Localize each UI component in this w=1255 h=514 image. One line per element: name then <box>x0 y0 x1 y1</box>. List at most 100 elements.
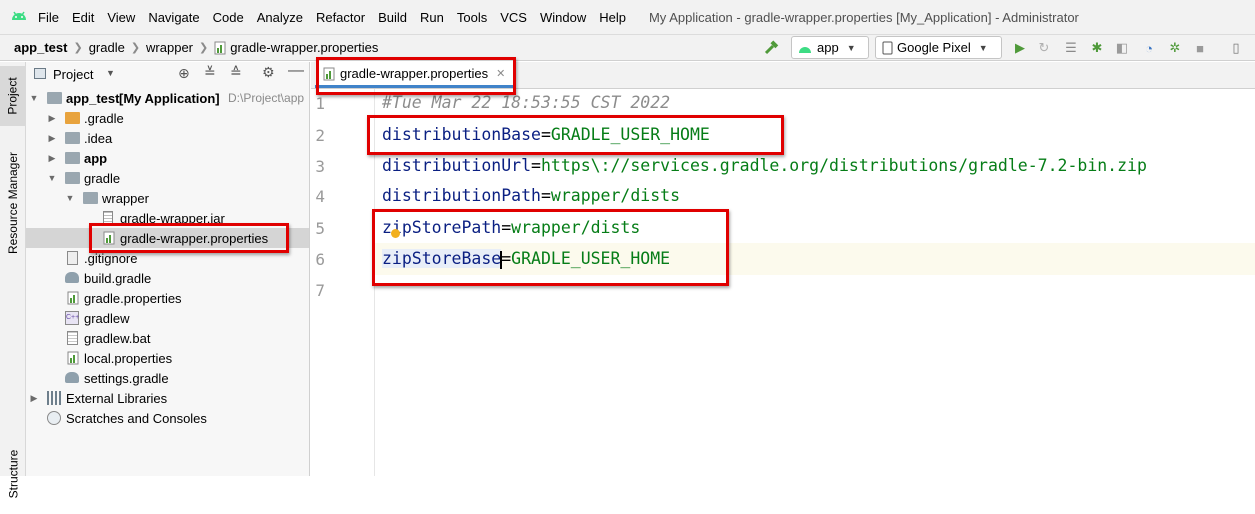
tree-item-idea[interactable]: ▶ .idea <box>26 128 309 148</box>
menu-code[interactable]: Code <box>213 10 244 25</box>
debug-icon[interactable]: ✱ <box>1088 39 1106 57</box>
tree-item-gradlew-bat[interactable]: gradlew.bat <box>26 328 309 348</box>
minimize-icon[interactable]: — <box>288 62 304 80</box>
chevron-right-icon[interactable]: ▶ <box>29 393 39 404</box>
module-folder-icon <box>65 152 80 164</box>
attach-debugger-icon[interactable]: ◧ <box>1113 39 1131 57</box>
chevron-right-icon[interactable]: ▶ <box>47 113 57 124</box>
collapse-all-icon[interactable]: ≙ <box>230 64 242 81</box>
tree-item-gradlew[interactable]: C++ gradlew <box>26 308 309 328</box>
chevron-down-icon[interactable]: ▼ <box>47 173 57 183</box>
breadcrumb-gradle[interactable]: gradle <box>89 40 125 55</box>
breadcrumb: app_test ❯ gradle ❯ wrapper ❯ gradle-wra… <box>14 40 378 55</box>
properties-file-icon <box>214 41 226 54</box>
dropdown-arrow-icon[interactable]: ▼ <box>106 68 115 78</box>
device-manager-icon[interactable]: ▯ <box>1227 39 1245 57</box>
menu-refactor[interactable]: Refactor <box>316 10 365 25</box>
expand-all-icon[interactable]: ≚ <box>204 64 216 81</box>
run-icon[interactable]: ▶ <box>1011 39 1029 57</box>
tree-item-external-libraries[interactable]: ▶ External Libraries <box>26 388 309 408</box>
property-equals: = <box>540 186 551 205</box>
breadcrumb-app-test[interactable]: app_test <box>14 40 67 55</box>
menu-tools[interactable]: Tools <box>457 10 487 25</box>
chevron-right-icon[interactable]: ▶ <box>47 153 57 164</box>
attach-profiler-icon[interactable]: ✲ <box>1166 39 1184 57</box>
menu-navigate[interactable]: Navigate <box>148 10 199 25</box>
menu-run[interactable]: Run <box>420 10 444 25</box>
tree-item-label: settings.gradle <box>84 370 169 386</box>
property-key: distributionUrl <box>382 156 532 175</box>
structure-tool-tab[interactable]: Structure <box>0 434 26 514</box>
chevron-right-icon[interactable]: ▶ <box>47 133 57 144</box>
run-configuration-select[interactable]: app ▼ <box>791 36 869 59</box>
menu-build[interactable]: Build <box>378 10 407 25</box>
menu-edit[interactable]: Edit <box>72 10 94 25</box>
tree-item-wrapper[interactable]: ▼ wrapper <box>26 188 309 208</box>
script-file-icon: C++ <box>65 311 79 325</box>
line-number: 4 <box>315 187 325 206</box>
profile-icon[interactable]: ◔ <box>1140 39 1158 57</box>
highlight-box-editor-tab <box>316 57 516 95</box>
device-select[interactable]: Google Pixel ▼ <box>875 36 1002 59</box>
tree-item-gradle-dir[interactable]: ▶ .gradle <box>26 108 309 128</box>
menu-vcs[interactable]: VCS <box>500 10 527 25</box>
highlight-box-distribution-base <box>367 115 784 155</box>
resource-manager-tool-tab[interactable]: Resource Manager <box>0 140 26 266</box>
chevron-down-icon[interactable]: ▼ <box>29 93 39 103</box>
code-line-1: #Tue Mar 22 18:53:55 CST 2022 <box>382 93 670 112</box>
left-tool-window-stripe: Project Resource Manager Structure <box>0 62 26 498</box>
property-value: wrapper/dists <box>550 186 681 205</box>
tree-item-label: .idea <box>84 130 113 146</box>
tree-item-local-properties[interactable]: local.properties <box>26 348 309 368</box>
line-number: 3 <box>315 157 325 176</box>
line-number: 2 <box>315 126 325 145</box>
module-folder-icon <box>47 92 62 104</box>
tree-item-app[interactable]: ▶ app <box>26 148 309 168</box>
tree-item-gradle[interactable]: ▼ gradle <box>26 168 309 188</box>
menu-file[interactable]: File <box>38 10 59 25</box>
tree-item-label: app <box>84 150 108 166</box>
run-configuration-value: app <box>817 40 839 55</box>
folder-icon <box>65 132 80 144</box>
gear-icon[interactable]: ⚙ <box>262 64 275 81</box>
tree-item-build-gradle[interactable]: build.gradle <box>26 268 309 288</box>
menu-window[interactable]: Window <box>540 10 586 25</box>
folder-icon <box>65 172 80 184</box>
tree-item-label: External Libraries <box>66 390 168 406</box>
menu-help[interactable]: Help <box>599 10 626 25</box>
android-icon <box>799 46 811 53</box>
line-number: 7 <box>315 281 325 300</box>
menu-bar: File Edit View Navigate Code Analyze Ref… <box>0 0 1255 34</box>
hammer-build-icon[interactable] <box>762 39 780 57</box>
tree-item-label: gradlew.bat <box>84 330 151 346</box>
property-value: https\://services.gradle.org/distributio… <box>540 156 1147 175</box>
apply-changes-icon[interactable]: ↻ <box>1035 39 1053 57</box>
breadcrumb-gradle-wrapper-properties[interactable]: gradle-wrapper.properties <box>230 40 378 55</box>
chevron-right-icon: ❯ <box>73 42 83 54</box>
dropdown-arrow-icon: ▼ <box>978 42 988 53</box>
code-line-4: distributionPath=wrapper/dists <box>382 186 680 205</box>
editor-gutter: 1 2 3 4 5 6 7 <box>311 89 375 476</box>
tree-root-app-test[interactable]: ▼ app_test [My Application] D:\Project\a… <box>26 88 309 108</box>
apply-code-changes-icon[interactable]: ☰ <box>1062 39 1080 57</box>
breadcrumb-wrapper[interactable]: wrapper <box>146 40 193 55</box>
ignore-file-icon <box>67 251 78 265</box>
menu-view[interactable]: View <box>107 10 135 25</box>
tree-item-scratches-and-consoles[interactable]: Scratches and Consoles <box>26 408 309 428</box>
line-number: 1 <box>315 94 325 113</box>
tree-item-settings-gradle[interactable]: settings.gradle <box>26 368 309 388</box>
project-tool-tab[interactable]: Project <box>0 66 26 126</box>
chevron-down-icon[interactable]: ▼ <box>65 193 75 203</box>
stop-icon[interactable]: ■ <box>1191 39 1209 57</box>
tree-item-label: gradle.properties <box>84 290 182 306</box>
tree-root-label: app_test <box>66 90 120 106</box>
project-tool-tab-label: Project <box>6 77 21 115</box>
phone-icon <box>882 41 893 54</box>
tree-item-gradle-properties[interactable]: gradle.properties <box>26 288 309 308</box>
project-view-selector[interactable]: Project <box>53 67 93 82</box>
tree-item-label: local.properties <box>84 350 173 366</box>
menu-analyze[interactable]: Analyze <box>257 10 303 25</box>
project-tool-window: Project ▼ ⊕ ≚ ≙ ⚙ — ▼ app_test [My Appli… <box>26 62 310 476</box>
scratches-icon <box>47 411 61 425</box>
locate-target-icon[interactable]: ⊕ <box>178 65 190 82</box>
